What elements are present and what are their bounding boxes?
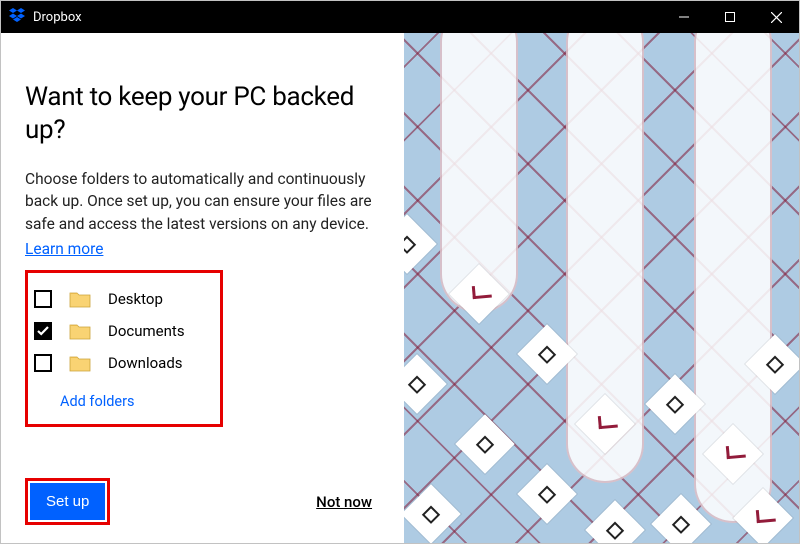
- checkbox-downloads[interactable]: [34, 354, 52, 372]
- setup-button-highlight: Set up: [25, 478, 110, 525]
- folder-row-downloads[interactable]: Downloads: [34, 347, 206, 379]
- learn-more-link[interactable]: Learn more: [25, 240, 103, 258]
- folder-label: Downloads: [108, 354, 183, 372]
- illustration-pane: [404, 33, 799, 543]
- folder-icon: [68, 290, 92, 308]
- setup-button[interactable]: Set up: [30, 483, 105, 520]
- folder-row-documents[interactable]: Documents: [34, 315, 206, 347]
- folder-row-desktop[interactable]: Desktop: [34, 283, 206, 315]
- folder-icon: [68, 354, 92, 372]
- folder-label: Desktop: [108, 290, 163, 308]
- check-icon: [37, 326, 49, 336]
- bottom-action-row: Set up Not now: [25, 478, 380, 525]
- decorative-pattern: [404, 33, 799, 543]
- window-controls: [661, 1, 799, 33]
- titlebar-left: Dropbox: [9, 7, 82, 27]
- folder-label: Documents: [108, 322, 185, 340]
- checkbox-documents[interactable]: [34, 322, 52, 340]
- left-pane: Want to keep your PC backed up? Choose f…: [1, 33, 404, 543]
- content: Want to keep your PC backed up? Choose f…: [1, 33, 799, 543]
- description-text: Choose folders to automatically and cont…: [25, 168, 380, 235]
- app-title: Dropbox: [33, 10, 82, 25]
- minimize-button[interactable]: [661, 1, 707, 33]
- titlebar: Dropbox: [1, 1, 799, 33]
- dropbox-icon: [9, 7, 25, 27]
- checkbox-desktop[interactable]: [34, 290, 52, 308]
- folder-selection-box: Desktop Documents Downloads Add folders: [25, 270, 223, 427]
- page-title: Want to keep your PC backed up?: [25, 81, 380, 146]
- add-folders-link[interactable]: Add folders: [34, 379, 135, 410]
- maximize-button[interactable]: [707, 1, 753, 33]
- not-now-link[interactable]: Not now: [316, 493, 372, 511]
- close-button[interactable]: [753, 1, 799, 33]
- folder-icon: [68, 322, 92, 340]
